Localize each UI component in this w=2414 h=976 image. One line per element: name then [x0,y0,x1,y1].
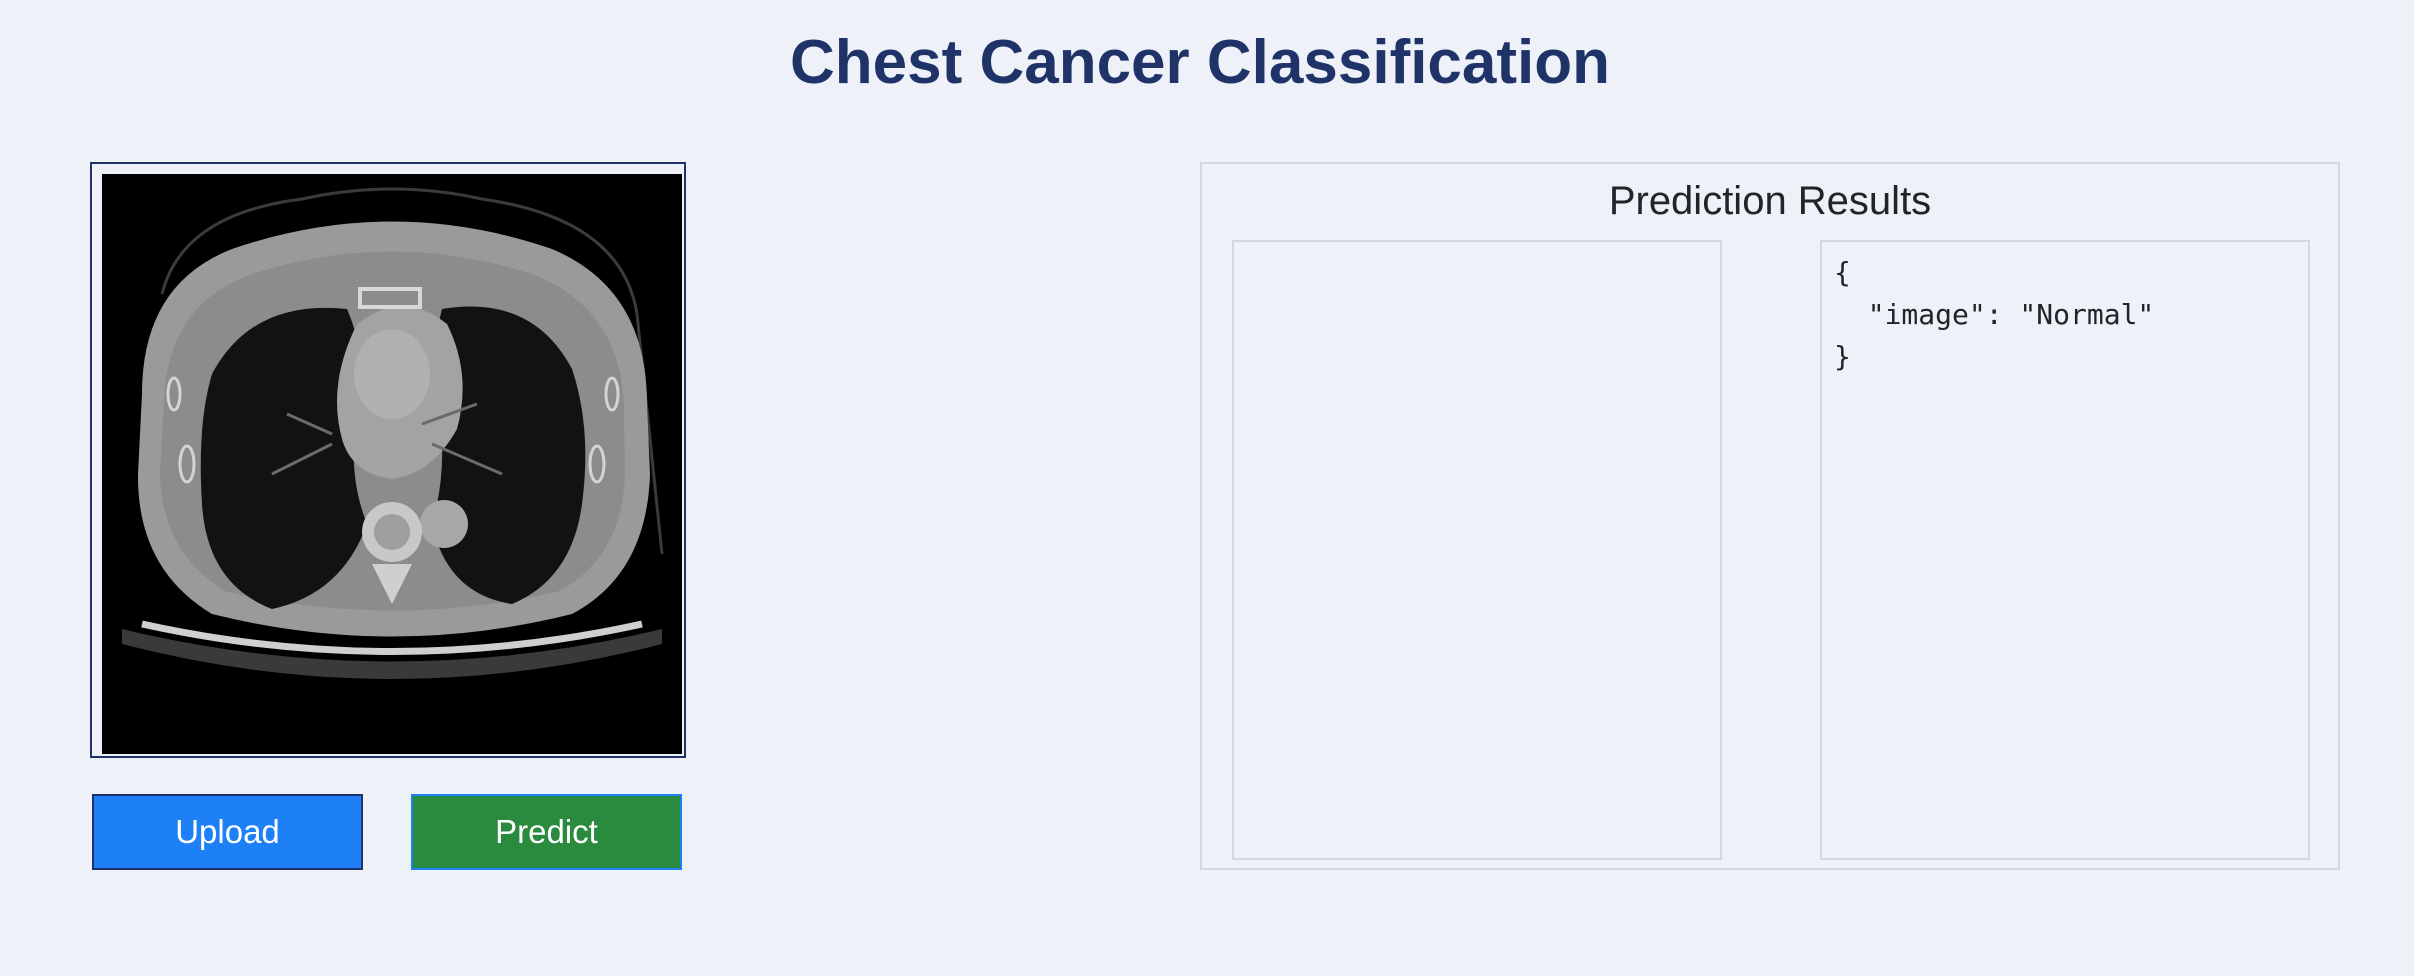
predict-button[interactable]: Predict [411,794,682,870]
chest-ct-scan-image [102,174,682,754]
prediction-results-panel: Prediction Results { "image": "Normal" } [1200,162,2340,870]
image-preview-frame [90,162,686,758]
prediction-json-output: { "image": "Normal" } [1834,256,2155,373]
result-json-box: { "image": "Normal" } [1820,240,2310,860]
upload-button[interactable]: Upload [92,794,363,870]
page: Chest Cancer Classification Upload Predi… [0,0,2414,976]
results-title: Prediction Results [1608,179,1932,223]
result-image-box [1232,240,1722,860]
page-title: Chest Cancer Classification [789,28,1611,97]
